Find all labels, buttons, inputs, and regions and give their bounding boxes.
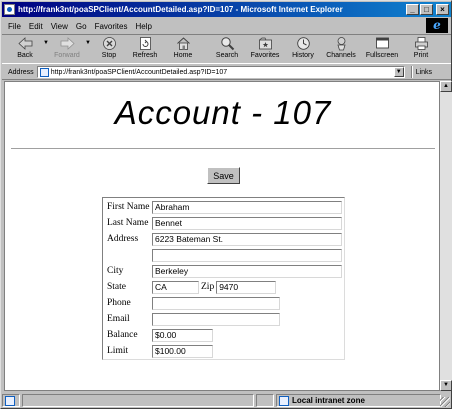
history-icon <box>296 36 311 51</box>
status-message-cell <box>22 394 254 407</box>
horizontal-rule <box>11 148 435 150</box>
zip-label: Zip <box>201 282 215 292</box>
ie-page-icon <box>4 4 15 15</box>
zip-field[interactable]: 9470 <box>216 280 277 294</box>
browser-window: http://frank3nt/poaSPClient/AccountDetai… <box>0 0 452 409</box>
state-field[interactable]: CA <box>152 280 199 294</box>
back-arrow-icon <box>17 36 33 51</box>
scroll-down-icon[interactable]: ▼ <box>440 380 452 391</box>
channels-button[interactable]: Channels <box>322 35 360 64</box>
favorites-icon <box>258 36 273 51</box>
minimize-button[interactable]: _ <box>406 4 419 15</box>
intranet-zone-icon <box>279 395 289 406</box>
address-line1-field[interactable]: 6223 Bateman St. <box>152 232 342 246</box>
first-name-field[interactable]: Abraham <box>152 200 342 214</box>
scroll-up-icon[interactable]: ▲ <box>440 81 452 92</box>
print-button[interactable]: Print <box>404 35 438 64</box>
email-label: Email <box>107 314 130 324</box>
window-title: http://frank3nt/poaSPClient/AccountDetai… <box>18 5 343 14</box>
zone-text: Local intranet zone <box>292 396 365 405</box>
address-bar: Address http://frank3nt/poaSPClient/Acco… <box>2 65 451 80</box>
account-form: First Name Abraham Last Name Bennet Addr… <box>102 197 345 360</box>
city-label: City <box>107 266 124 276</box>
search-icon <box>220 36 235 51</box>
menu-file[interactable]: File <box>8 22 21 31</box>
status-page-cell <box>2 394 20 407</box>
forward-button[interactable]: Forward <box>50 35 84 64</box>
back-dropdown-icon[interactable]: ▼ <box>42 40 50 46</box>
page-status-icon <box>5 395 15 406</box>
first-name-label: First Name <box>107 202 150 212</box>
home-icon <box>176 36 191 51</box>
last-name-field[interactable]: Bennet <box>152 216 342 230</box>
page-icon <box>39 67 49 77</box>
refresh-button[interactable]: Refresh <box>126 35 164 64</box>
stop-button[interactable]: Stop <box>92 35 126 64</box>
fullscreen-icon <box>375 36 390 51</box>
page-title: Account - 107 <box>114 94 332 131</box>
city-field[interactable]: Berkeley <box>152 264 342 278</box>
last-name-label: Last Name <box>107 218 149 228</box>
address-label: Address <box>107 234 139 244</box>
menu-edit[interactable]: Edit <box>29 22 43 31</box>
vertical-scrollbar[interactable]: ▲ ▼ <box>440 81 452 391</box>
favorites-button[interactable]: Favorites <box>246 35 284 64</box>
status-bar: Local intranet zone <box>2 393 451 408</box>
limit-field[interactable]: $100.00 <box>152 344 213 358</box>
forward-dropdown-icon[interactable]: ▼ <box>84 40 92 46</box>
menu-view[interactable]: View <box>51 22 68 31</box>
limit-label: Limit <box>107 346 129 356</box>
balance-label: Balance <box>107 330 138 340</box>
links-separator <box>410 66 413 78</box>
channels-icon <box>334 36 349 51</box>
fullscreen-button[interactable]: Fullscreen <box>360 35 404 64</box>
address-line2-field[interactable] <box>152 248 342 262</box>
maximize-button[interactable]: □ <box>420 4 433 15</box>
status-cell-empty <box>256 394 274 407</box>
menu-go[interactable]: Go <box>76 22 87 31</box>
address-input[interactable]: http://frank3nt/poaSPClient/AccountDetai… <box>36 66 405 78</box>
phone-label: Phone <box>107 298 131 308</box>
phone-field[interactable] <box>152 296 280 310</box>
home-button[interactable]: Home <box>164 35 202 64</box>
address-dropdown-icon[interactable]: ▼ <box>393 67 404 77</box>
toolbar: Back ▼ Forward ▼ Stop Refresh Home Searc… <box>2 34 451 64</box>
title-bar: http://frank3nt/poaSPClient/AccountDetai… <box>2 2 451 17</box>
refresh-icon <box>138 36 153 51</box>
address-label: Address <box>8 68 34 76</box>
print-icon <box>414 36 429 51</box>
state-label: State <box>107 282 126 292</box>
balance-field[interactable]: $0.00 <box>152 328 213 342</box>
status-zone-cell: Local intranet zone <box>276 394 441 407</box>
ie-logo-icon: e <box>426 18 448 33</box>
back-button[interactable]: Back <box>8 35 42 64</box>
search-button[interactable]: Search <box>208 35 246 64</box>
menu-help[interactable]: Help <box>135 22 151 31</box>
stop-icon <box>102 36 117 51</box>
page-content: Account - 107 Save First Name Abraham La… <box>4 81 440 391</box>
save-button[interactable]: Save <box>207 167 240 184</box>
menu-favorites[interactable]: Favorites <box>95 22 128 31</box>
menu-bar: File Edit View Go Favorites Help e <box>2 18 451 34</box>
resize-grip-icon[interactable] <box>440 397 450 407</box>
address-url: http://frank3nt/poaSPClient/AccountDetai… <box>50 68 228 76</box>
history-button[interactable]: History <box>284 35 322 64</box>
email-field[interactable] <box>152 312 280 326</box>
close-button[interactable]: × <box>436 4 449 15</box>
links-button[interactable]: Links <box>416 69 432 76</box>
forward-arrow-icon <box>60 36 75 51</box>
